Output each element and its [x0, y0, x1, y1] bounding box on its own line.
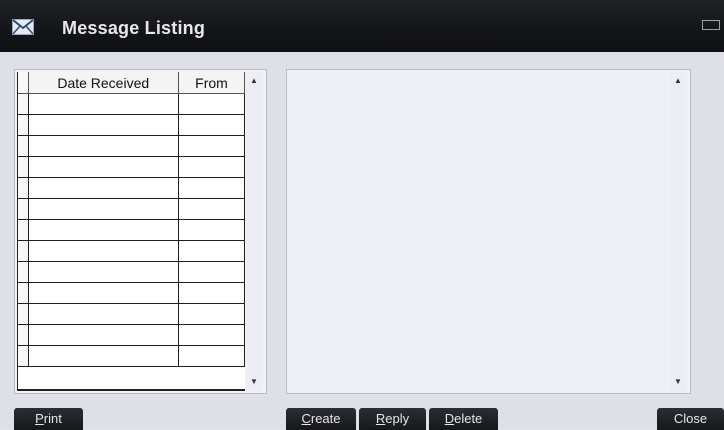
table-row[interactable]: [18, 303, 245, 325]
row-header-cell: [18, 219, 29, 241]
from-cell[interactable]: [178, 303, 245, 325]
row-header-cell: [18, 135, 29, 157]
from-cell[interactable]: [178, 177, 245, 199]
date-received-cell[interactable]: [28, 114, 179, 136]
message-list-grid[interactable]: Date Received From: [17, 72, 245, 391]
row-header-cell: [18, 114, 29, 136]
header-row: Date Received From: [18, 72, 245, 94]
date-received-cell[interactable]: [28, 345, 179, 367]
column-header-from[interactable]: From: [178, 72, 245, 94]
scroll-up-icon[interactable]: ▲: [246, 74, 262, 88]
from-cell[interactable]: [178, 282, 245, 304]
delete-button[interactable]: Delete: [429, 408, 498, 430]
table-row[interactable]: [18, 93, 245, 115]
date-received-cell[interactable]: [28, 303, 179, 325]
date-received-cell[interactable]: [28, 324, 179, 346]
date-received-cell[interactable]: [28, 135, 179, 157]
from-cell[interactable]: [178, 345, 245, 367]
print-button[interactable]: Print: [14, 408, 83, 430]
message-list-body: [18, 93, 245, 367]
table-row[interactable]: [18, 240, 245, 262]
message-body[interactable]: [291, 74, 667, 389]
date-received-cell[interactable]: [28, 240, 179, 262]
from-cell[interactable]: [178, 135, 245, 157]
scroll-up-icon[interactable]: ▲: [670, 74, 686, 88]
list-scrollbar[interactable]: ▲ ▼: [246, 72, 262, 391]
table-row[interactable]: [18, 324, 245, 346]
from-cell[interactable]: [178, 240, 245, 262]
row-header-cell: [18, 303, 29, 325]
from-cell[interactable]: [178, 219, 245, 241]
close-button[interactable]: Close: [657, 408, 724, 430]
row-header-cell: [18, 240, 29, 262]
table-row[interactable]: [18, 177, 245, 199]
from-cell[interactable]: [178, 261, 245, 283]
create-button[interactable]: Create: [286, 408, 356, 430]
message-scrollbar[interactable]: ▲ ▼: [670, 72, 686, 391]
from-cell[interactable]: [178, 324, 245, 346]
table-row[interactable]: [18, 114, 245, 136]
title-bar: Message Listing: [0, 0, 724, 52]
message-view-panel: ▲ ▼: [286, 69, 691, 394]
from-cell[interactable]: [178, 156, 245, 178]
column-header-date-received[interactable]: Date Received: [28, 72, 179, 94]
window-title: Message Listing: [62, 18, 206, 38]
table-row[interactable]: [18, 219, 245, 241]
reply-button[interactable]: Reply: [359, 408, 426, 430]
scroll-down-icon[interactable]: ▼: [670, 375, 686, 389]
row-header-cell: [18, 156, 29, 178]
row-header-cell: [18, 177, 29, 199]
maximize-button[interactable]: [702, 20, 720, 30]
table-row[interactable]: [18, 198, 245, 220]
table-row[interactable]: [18, 156, 245, 178]
message-list-table: Date Received From: [18, 72, 245, 367]
row-header-cell: [18, 93, 29, 115]
date-received-cell[interactable]: [28, 261, 179, 283]
date-received-cell[interactable]: [28, 177, 179, 199]
table-row[interactable]: [18, 135, 245, 157]
row-header-cell: [18, 261, 29, 283]
from-cell[interactable]: [178, 114, 245, 136]
row-header-cell: [18, 198, 29, 220]
envelope-icon: [12, 19, 34, 35]
row-header-cell: [18, 324, 29, 346]
row-header-cell: [18, 345, 29, 367]
from-cell[interactable]: [178, 93, 245, 115]
from-cell[interactable]: [178, 198, 245, 220]
date-received-cell[interactable]: [28, 219, 179, 241]
row-header-cell: [18, 282, 29, 304]
message-list-panel: Date Received From ▲ ▼: [14, 69, 267, 394]
table-row[interactable]: [18, 261, 245, 283]
table-row[interactable]: [18, 345, 245, 367]
date-received-cell[interactable]: [28, 93, 179, 115]
row-header-corner: [18, 72, 29, 94]
date-received-cell[interactable]: [28, 282, 179, 304]
date-received-cell[interactable]: [28, 156, 179, 178]
scroll-down-icon[interactable]: ▼: [246, 375, 262, 389]
window-content: Date Received From ▲ ▼ ▲ ▼ Print Create …: [0, 52, 724, 430]
table-row[interactable]: [18, 282, 245, 304]
date-received-cell[interactable]: [28, 198, 179, 220]
